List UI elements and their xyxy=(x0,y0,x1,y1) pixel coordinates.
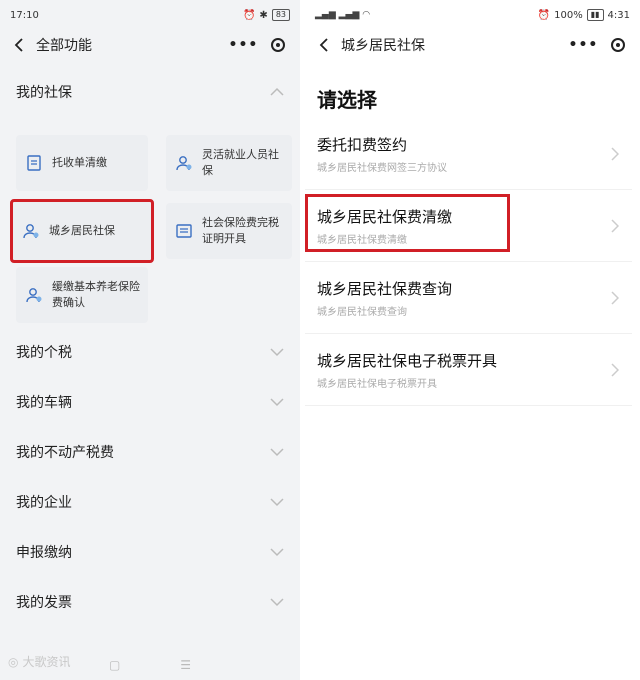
tile-urban-rural-social-security[interactable]: 城乡居民社保 xyxy=(10,199,154,263)
alarm-icon: ⏰ xyxy=(537,9,551,21)
mini-program-capsule: ••• xyxy=(222,33,292,57)
tile-label: 社会保险费完税证明开具 xyxy=(202,216,279,245)
tile-flexible-employment[interactable]: 灵活就业人员社保 xyxy=(166,135,292,191)
option-subtitle: 城乡居民社保电子税票开具 xyxy=(317,378,437,390)
category-row[interactable]: 我的车辆 xyxy=(0,377,300,427)
chevron-right-icon xyxy=(608,291,622,305)
option-title: 城乡居民社保费查询 xyxy=(317,279,453,298)
category-row[interactable]: 我的不动产税费 xyxy=(0,427,300,477)
chevron-down-icon xyxy=(270,445,284,459)
tile-label: 灵活就业人员社保 xyxy=(202,148,279,177)
watermark-text: 大歌资讯 xyxy=(22,655,71,669)
status-bar: ▂▄▆ ▂▄▆ ◠ ⏰ 100% ▮▮ 4:31 xyxy=(305,0,640,30)
right-screen: ▂▄▆ ▂▄▆ ◠ ⏰ 100% ▮▮ 4:31 城乡居民社保 ••• 请选择 … xyxy=(305,0,640,680)
screenshot-root: 17:10 ⏰ ✱ 83 全部功能 ••• 我的社保 托收单清缴 灵活就业人员社… xyxy=(0,0,640,680)
nav-bar: 全部功能 ••• xyxy=(0,30,300,60)
category-row[interactable]: 我的发票 xyxy=(0,577,300,627)
status-icons: ⏰ ✱ 83 xyxy=(243,9,290,21)
category-list: 我的个税 我的车辆 我的不动产税费 我的企业 申报缴纳 我的发票 xyxy=(0,327,300,627)
document-icon xyxy=(24,153,44,173)
menu-icon[interactable]: ☰ xyxy=(180,658,191,672)
row-label: 我的不动产税费 xyxy=(16,445,114,461)
status-icons: ⏰ 100% ▮▮ 4:31 xyxy=(538,9,630,21)
weibo-icon: ◎ xyxy=(8,654,19,669)
tile-tax-certificate[interactable]: 社会保险费完税证明开具 xyxy=(166,203,292,259)
social-security-grid: 托收单清缴 灵活就业人员社保 城乡居民社保 社会保险费完税证明开具 缓缴基本养老… xyxy=(0,117,300,327)
watermark: ◎ 大歌资讯 xyxy=(8,653,71,670)
person-shield-icon xyxy=(24,285,44,305)
chevron-down-icon xyxy=(270,395,284,409)
tile-label: 托收单清缴 xyxy=(52,156,107,169)
close-target-icon[interactable] xyxy=(611,38,626,52)
options-list: 委托扣费签约 城乡居民社保费网签三方协议 城乡居民社保费清缴 城乡居民社保费清缴… xyxy=(305,118,640,406)
chevron-down-icon xyxy=(270,595,284,609)
page-title: 全部功能 xyxy=(36,38,92,54)
chevron-right-icon xyxy=(608,363,622,377)
tile-label: 缓缴基本养老保险费确认 xyxy=(52,280,140,309)
option-subtitle: 城乡居民社保费网签三方协议 xyxy=(317,162,447,174)
chevron-up-icon xyxy=(270,85,284,99)
status-time: 17:10 xyxy=(10,9,39,21)
battery-icon: 83 xyxy=(271,9,290,21)
chevron-down-icon xyxy=(270,495,284,509)
back-icon[interactable] xyxy=(315,36,333,54)
battery-icon: ▮▮ xyxy=(586,9,604,21)
close-target-icon[interactable] xyxy=(271,38,286,52)
more-icon[interactable]: ••• xyxy=(569,37,599,53)
chevron-down-icon xyxy=(270,345,284,359)
row-label: 我的企业 xyxy=(16,495,72,511)
option-title: 城乡居民社保电子税票开具 xyxy=(317,351,498,370)
page-title: 城乡居民社保 xyxy=(341,38,425,54)
section-header-social-security[interactable]: 我的社保 xyxy=(0,67,300,117)
option-subtitle: 城乡居民社保费清缴 xyxy=(317,234,407,246)
option-subtitle: 城乡居民社保费查询 xyxy=(317,306,407,318)
certificate-icon xyxy=(174,221,194,241)
battery-percent: 100% xyxy=(554,9,583,21)
option-entrust-deduction[interactable]: 委托扣费签约 城乡居民社保费网签三方协议 xyxy=(305,118,632,190)
status-bar: 17:10 ⏰ ✱ 83 xyxy=(0,0,300,30)
category-row[interactable]: 申报缴纳 xyxy=(0,527,300,577)
category-row[interactable]: 我的个税 xyxy=(0,327,300,377)
alarm-icon: ⏰ xyxy=(242,9,256,21)
option-fee-query[interactable]: 城乡居民社保费查询 城乡居民社保费查询 xyxy=(305,262,632,334)
mini-program-capsule: ••• xyxy=(562,33,632,57)
back-icon[interactable] xyxy=(10,36,28,54)
nav-bar: 城乡居民社保 ••• xyxy=(305,30,640,60)
chevron-right-icon xyxy=(608,219,622,233)
status-time: 4:31 xyxy=(607,9,630,21)
bluetooth-icon: ✱ xyxy=(259,9,268,21)
left-screen: 17:10 ⏰ ✱ 83 全部功能 ••• 我的社保 托收单清缴 灵活就业人员社… xyxy=(0,0,300,680)
person-shield-icon xyxy=(21,221,41,241)
home-square-icon[interactable]: ▢ xyxy=(109,658,120,672)
section-title: 我的社保 xyxy=(16,85,72,101)
category-row[interactable]: 我的企业 xyxy=(0,477,300,527)
tile-deferred-pension[interactable]: 缓缴基本养老保险费确认 xyxy=(16,267,148,323)
option-title: 城乡居民社保费清缴 xyxy=(317,207,453,226)
option-fee-payment[interactable]: 城乡居民社保费清缴 城乡居民社保费清缴 xyxy=(305,190,632,262)
choose-heading: 请选择 xyxy=(317,87,377,112)
option-title: 委托扣费签约 xyxy=(317,135,408,154)
chevron-down-icon xyxy=(270,545,284,559)
row-label: 我的车辆 xyxy=(16,395,72,411)
chevron-right-icon xyxy=(608,147,622,161)
tile-collection-bill[interactable]: 托收单清缴 xyxy=(16,135,148,191)
signal-icons: ▂▄▆ ▂▄▆ ◠ xyxy=(315,10,371,20)
person-shield-icon xyxy=(174,153,194,173)
row-label: 我的个税 xyxy=(16,345,72,361)
tile-label: 城乡居民社保 xyxy=(49,224,115,237)
row-label: 我的发票 xyxy=(16,595,72,611)
more-icon[interactable]: ••• xyxy=(229,37,259,53)
row-label: 申报缴纳 xyxy=(16,545,72,561)
option-e-tax-receipt[interactable]: 城乡居民社保电子税票开具 城乡居民社保电子税票开具 xyxy=(305,334,632,406)
